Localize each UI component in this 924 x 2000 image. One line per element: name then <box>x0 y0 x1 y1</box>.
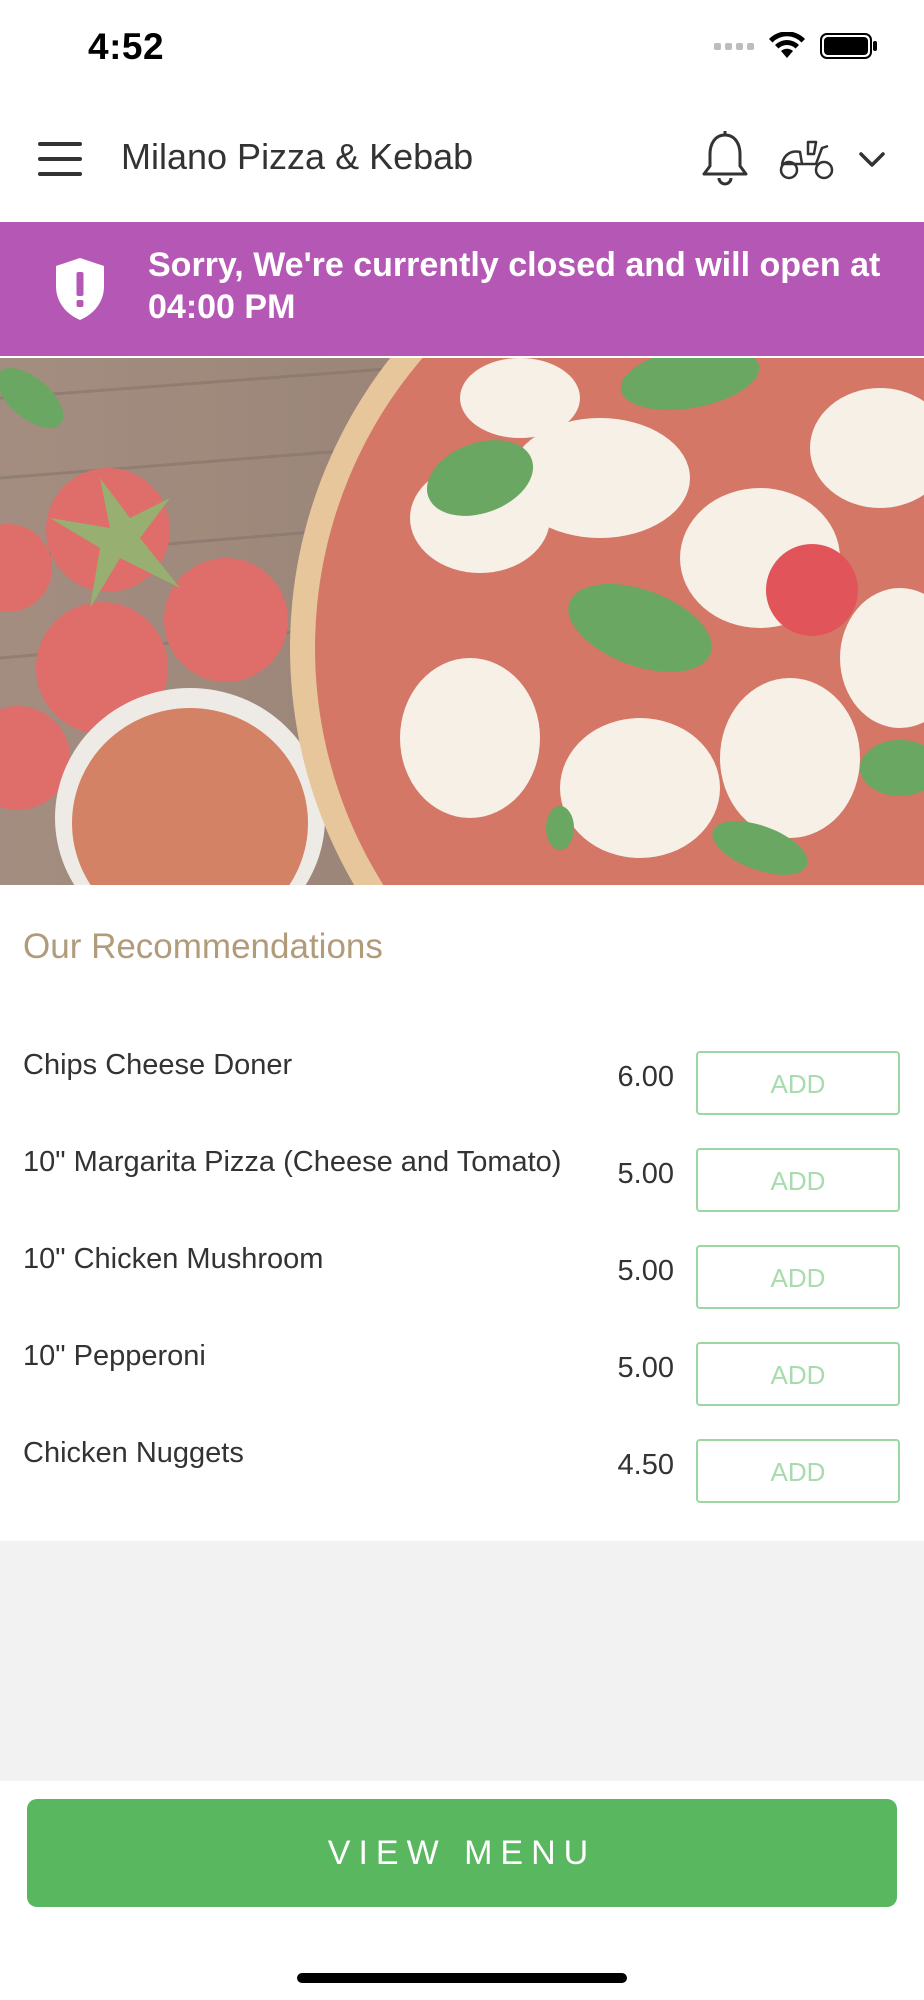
menu-icon[interactable] <box>38 142 82 178</box>
item-price: 5.00 <box>617 1255 674 1287</box>
recommendations-title: Our Recommendations <box>23 927 383 966</box>
item-price: 4.50 <box>617 1449 674 1481</box>
item-name: Chips Cheese Doner <box>23 1049 293 1081</box>
recommendations-section: Our Recommendations Chips Cheese Doner 6… <box>0 885 924 1541</box>
list-item: 10" Chicken Mushroom 5.00 ADD <box>0 1243 924 1339</box>
status-bar: 4:52 <box>0 0 924 98</box>
home-indicator[interactable] <box>297 1973 627 1983</box>
add-button[interactable]: ADD <box>696 1051 900 1115</box>
scooter-icon[interactable] <box>778 134 834 182</box>
add-button[interactable]: ADD <box>696 1245 900 1309</box>
view-menu-button[interactable]: VIEW MENU <box>27 1799 897 1907</box>
footer: VIEW MENU <box>0 1781 924 2000</box>
item-name: 10" Pepperoni <box>23 1340 206 1372</box>
list-item: 10" Pepperoni 5.00 ADD <box>0 1340 924 1436</box>
item-price: 5.00 <box>617 1352 674 1384</box>
status-time: 4:52 <box>88 26 165 67</box>
app-header: Milano Pizza & Kebab <box>0 98 924 222</box>
item-name: Chicken Nuggets <box>23 1437 244 1469</box>
cellular-signal-icon <box>714 42 754 50</box>
item-price: 5.00 <box>617 1158 674 1190</box>
add-button[interactable]: ADD <box>696 1439 900 1503</box>
list-item: 10" Margarita Pizza (Cheese and Tomato) … <box>0 1146 924 1242</box>
empty-content-area <box>0 1541 924 1781</box>
page-title: Milano Pizza & Kebab <box>121 136 474 177</box>
add-button[interactable]: ADD <box>696 1148 900 1212</box>
bell-icon[interactable] <box>700 130 750 188</box>
list-item: Chips Cheese Doner 6.00 ADD <box>0 1049 924 1145</box>
wifi-icon <box>769 32 805 58</box>
shield-exclamation-icon <box>56 258 104 320</box>
item-price: 6.00 <box>617 1061 674 1093</box>
closed-banner: Sorry, We're currently closed and will o… <box>0 222 924 356</box>
item-name: 10" Chicken Mushroom <box>23 1243 324 1275</box>
battery-icon <box>820 33 877 59</box>
closed-message: Sorry, We're currently closed and will o… <box>148 246 881 326</box>
chevron-down-icon[interactable] <box>856 144 888 174</box>
list-item: Chicken Nuggets 4.50 ADD <box>0 1437 924 1533</box>
item-name: 10" Margarita Pizza (Cheese and Tomato) <box>23 1146 562 1178</box>
status-icons <box>714 32 878 60</box>
add-button[interactable]: ADD <box>696 1342 900 1406</box>
hero-image <box>0 358 924 885</box>
